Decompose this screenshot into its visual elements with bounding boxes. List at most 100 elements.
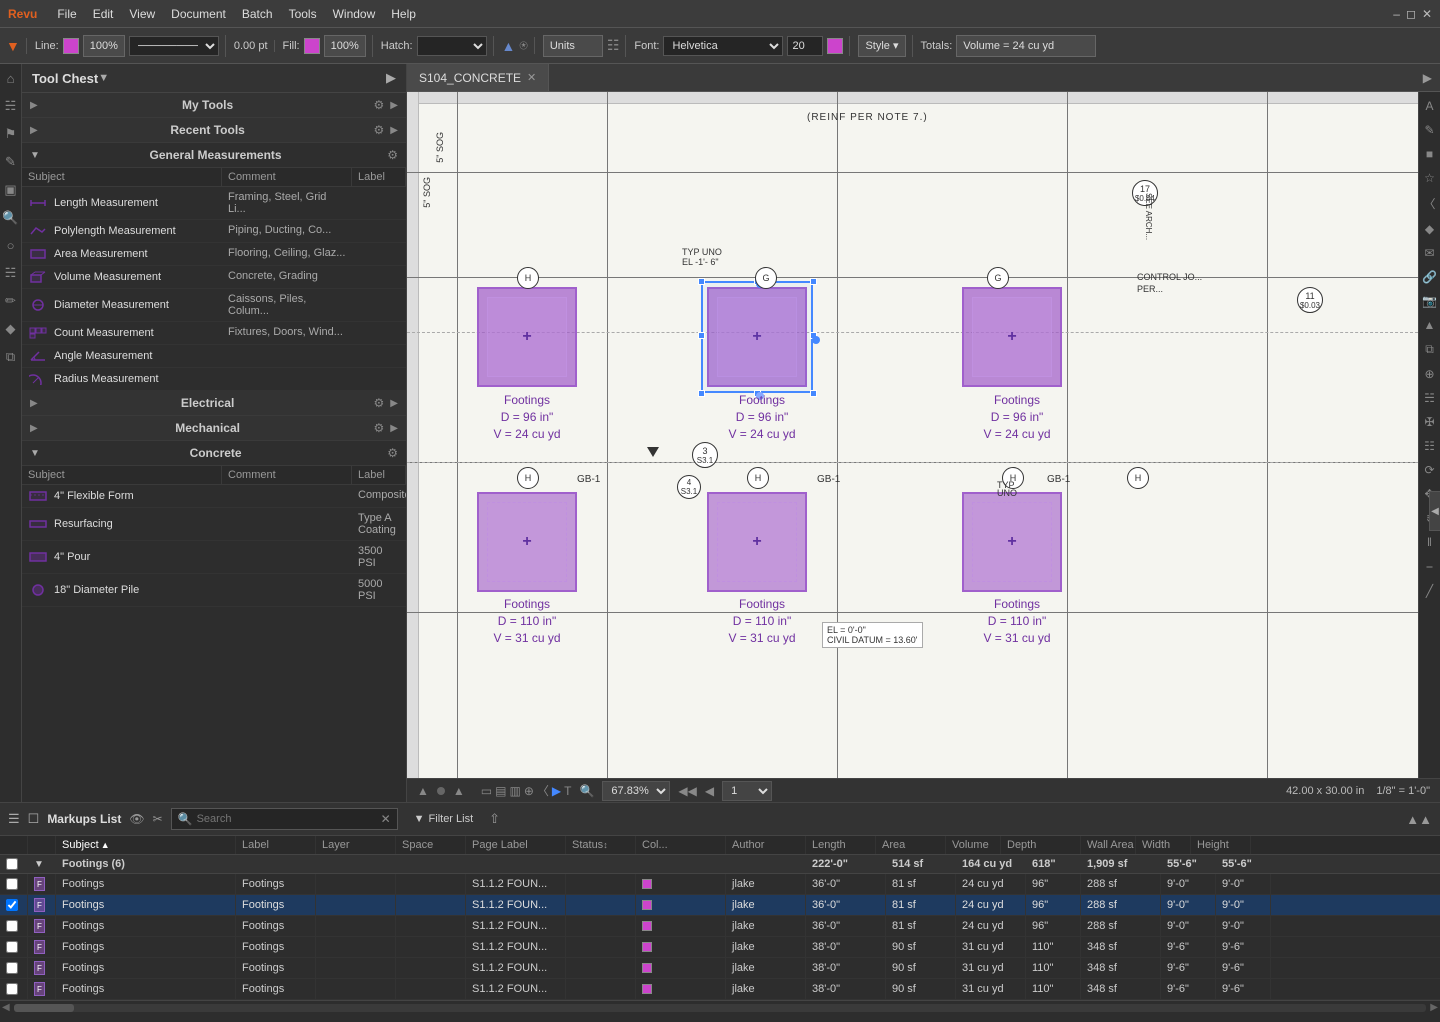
markup-row-4[interactable]: F Footings Footings S1.1.2 FOUN... jlake… xyxy=(0,958,1440,979)
text-cursor-btn[interactable]: T xyxy=(564,784,571,798)
status-triangle-left[interactable]: ▲ xyxy=(417,784,429,798)
menu-batch[interactable]: Batch xyxy=(242,7,273,21)
blueprint-canvas[interactable]: (REINF PER NOTE 7.) 5" SOG 5" SOG + Foot… xyxy=(407,92,1418,778)
concrete-section[interactable]: ▼ Concrete ⚙ xyxy=(22,441,406,466)
markup-row-1[interactable]: F Footings Footings S1.1.2 FOUN... jlake… xyxy=(0,895,1440,916)
recent-tools-expand-icon[interactable]: ▶ xyxy=(390,125,398,136)
general-measurements-settings-icon[interactable]: ⚙ xyxy=(387,148,398,162)
rt-icon-snap[interactable]: ✠ xyxy=(1421,412,1437,432)
left-icon-form[interactable]: ▣ xyxy=(1,179,19,201)
font-select[interactable]: Helvetica xyxy=(663,36,783,56)
tab-s104-concrete[interactable]: S104_CONCRETE ✕ xyxy=(407,64,549,91)
cursor-btn[interactable]: ▶ xyxy=(552,784,561,798)
row-check-0[interactable] xyxy=(0,874,28,894)
rt-icon-measure[interactable]: 〈 xyxy=(1420,192,1438,215)
tool-row-count[interactable]: Count Measurement Fixtures, Doors, Wind.… xyxy=(22,322,406,345)
export-icon[interactable]: ⇧ xyxy=(489,811,500,827)
my-tools-settings-icon[interactable]: ⚙ xyxy=(374,98,385,112)
bottom-scrollbar[interactable]: ◀ ▶ xyxy=(0,1000,1440,1014)
checkbox-icon[interactable]: ☐ xyxy=(28,811,40,827)
concrete-settings-icon[interactable]: ⚙ xyxy=(387,446,398,460)
rt-icon-shapes[interactable]: ■ xyxy=(1423,144,1436,164)
mechanical-settings-icon[interactable]: ⚙ xyxy=(374,421,385,435)
rt-icon-text[interactable]: A xyxy=(1422,96,1436,116)
menu-window[interactable]: Window xyxy=(333,7,376,21)
line-color-swatch[interactable] xyxy=(63,38,79,54)
markups-search-input[interactable] xyxy=(197,813,377,825)
recent-tools-settings-icon[interactable]: ⚙ xyxy=(374,123,385,137)
rt-icon-callout[interactable]: ☆ xyxy=(1421,168,1438,188)
line-size-btn[interactable]: 100% xyxy=(83,35,125,57)
tool-row-diameter-pile[interactable]: 18" Diameter Pile 5000 PSI xyxy=(22,574,406,607)
left-icon-compare[interactable]: ⧉ xyxy=(3,346,18,368)
rt-icon-grid[interactable]: ☷ xyxy=(1421,436,1438,456)
tool-chest-dropdown-icon[interactable]: ▼ xyxy=(98,72,109,84)
line-style-select[interactable]: ──────── xyxy=(129,36,219,56)
col-hdr-col[interactable]: Col... xyxy=(636,836,726,854)
general-measurements-section[interactable]: ▼ General Measurements ⚙ xyxy=(22,143,406,168)
rt-icon-compare[interactable]: ⧉ xyxy=(1422,339,1437,360)
markup-row-3[interactable]: F Footings Footings S1.1.2 FOUN... jlake… xyxy=(0,937,1440,958)
tool-chest-header[interactable]: Tool Chest ▼ ▶ xyxy=(22,64,406,93)
page-select[interactable]: 1 xyxy=(722,781,772,801)
left-icon-search[interactable]: 🔍 xyxy=(0,207,22,229)
my-tools-section[interactable]: ▶ My Tools ⚙ ▶ xyxy=(22,93,406,118)
row-check-5[interactable] xyxy=(0,979,28,999)
group-expand[interactable]: ▼ xyxy=(28,855,56,873)
col-hdr-depth[interactable]: Depth xyxy=(1001,836,1081,854)
fill-color-swatch[interactable] xyxy=(304,38,320,54)
pan-btn[interactable]: 〈 xyxy=(537,782,549,799)
rt-icon-3d[interactable]: ▲ xyxy=(1421,315,1439,335)
totals-value-btn[interactable]: Volume = 24 cu yd xyxy=(956,35,1096,57)
tool-row-volume[interactable]: Volume Measurement Concrete, Grading xyxy=(22,266,406,289)
style-btn[interactable]: Style ▾ xyxy=(858,35,905,57)
my-tools-expand-icon[interactable]: ▶ xyxy=(390,100,398,111)
left-icon-properties[interactable]: ✏ xyxy=(2,290,19,312)
footing-1[interactable]: + xyxy=(477,287,577,387)
tool-row-diameter[interactable]: Diameter Measurement Caissons, Piles, Co… xyxy=(22,289,406,322)
tool-row-area[interactable]: Area Measurement Flooring, Ceiling, Glaz… xyxy=(22,243,406,266)
row-check-4[interactable] xyxy=(0,958,28,978)
markup-row-2[interactable]: F Footings Footings S1.1.2 FOUN... jlake… xyxy=(0,916,1440,937)
menu-tools[interactable]: Tools xyxy=(289,7,317,21)
prev-btn[interactable]: ◀ xyxy=(705,784,714,798)
toolbar-app-icon[interactable]: ▼ xyxy=(6,38,20,54)
markups-expand-btn[interactable]: ▲▲ xyxy=(1406,812,1432,827)
group-checkbox[interactable] xyxy=(6,858,18,870)
tab-expand-btn[interactable]: ▶ xyxy=(1415,71,1440,85)
tool-row-polylength[interactable]: Polylength Measurement Piping, Ducting, … xyxy=(22,220,406,243)
calibrate-icon[interactable]: ▲ xyxy=(502,38,516,54)
electrical-expand-icon[interactable]: ▶ xyxy=(390,398,398,409)
col-hdr-area[interactable]: Area xyxy=(876,836,946,854)
scroll-track[interactable] xyxy=(14,1004,1427,1012)
menu-view[interactable]: View xyxy=(129,7,155,21)
footing-4[interactable]: + xyxy=(477,492,577,592)
tool-row-flexible-form[interactable]: 4" Flexible Form Composite xyxy=(22,485,406,508)
rt-icon-image[interactable]: 📷 xyxy=(1419,291,1440,311)
group-check[interactable] xyxy=(0,855,28,873)
col-hdr-label[interactable]: Label xyxy=(236,836,316,854)
col-hdr-status[interactable]: Status ↕ xyxy=(566,836,636,854)
rt-icon-zoom[interactable]: ⊕ xyxy=(1421,364,1437,384)
col-hdr-height[interactable]: Height xyxy=(1191,836,1251,854)
electrical-settings-icon[interactable]: ⚙ xyxy=(374,396,385,410)
footing-6[interactable]: + xyxy=(962,492,1062,592)
columns-icon[interactable]: ☷ xyxy=(607,37,620,54)
panel-collapse-btn[interactable]: ◀ xyxy=(1429,491,1440,531)
rt-icon-link[interactable]: 🔗 xyxy=(1419,267,1440,287)
status-triangle-right[interactable]: ▲ xyxy=(453,784,465,798)
rt-icon-stamp[interactable]: ◆ xyxy=(1422,219,1437,239)
measure-icon[interactable]: ⍟ xyxy=(519,37,527,54)
sync-btn[interactable]: ⊕ xyxy=(524,784,534,798)
zoom-select[interactable]: 67.83% xyxy=(602,781,670,801)
tool-row-angle[interactable]: Angle Measurement xyxy=(22,345,406,368)
col-hdr-width[interactable]: Width xyxy=(1136,836,1191,854)
window-close[interactable]: ✕ xyxy=(1422,7,1432,21)
row-check-2[interactable] xyxy=(0,916,28,936)
window-minimize[interactable]: – xyxy=(1393,7,1400,21)
handle-ml[interactable] xyxy=(698,332,705,339)
electrical-section[interactable]: ▶ Electrical ⚙ ▶ xyxy=(22,391,406,416)
tab-close-btn[interactable]: ✕ xyxy=(527,71,536,84)
rt-icon-ruler-v[interactable]: ‖ xyxy=(1424,532,1435,552)
tool-row-radius[interactable]: Radius Measurement xyxy=(22,368,406,391)
